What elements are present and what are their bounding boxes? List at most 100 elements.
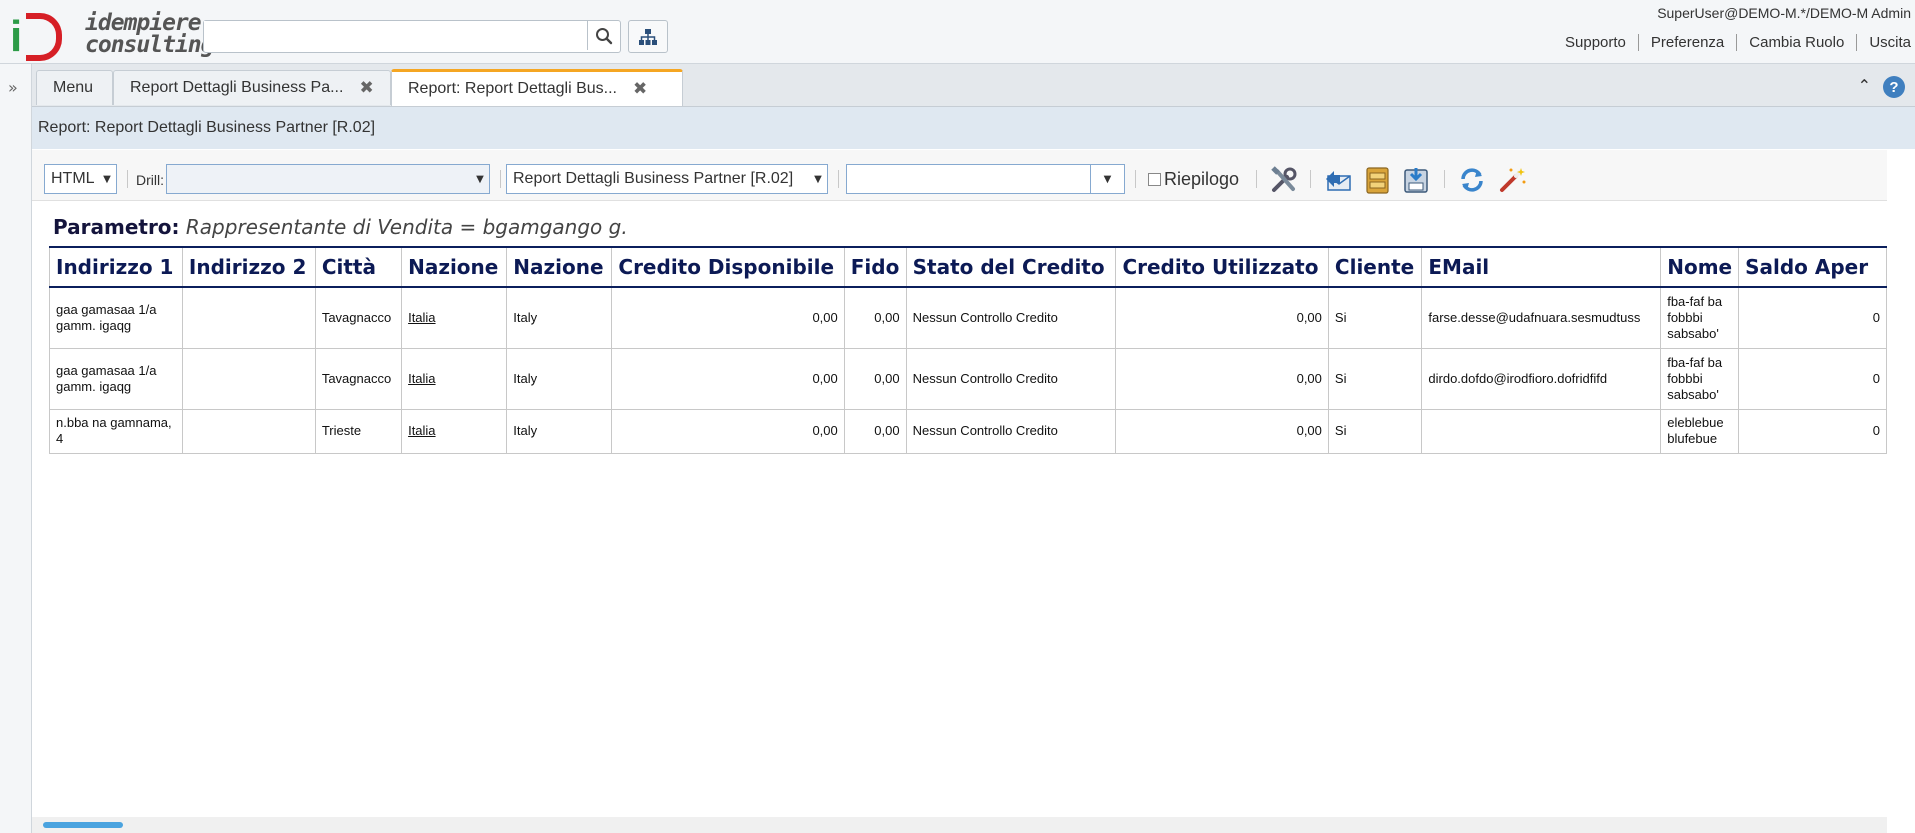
tab-label: Menu bbox=[53, 79, 94, 96]
cell-credit-used: 0,00 bbox=[1115, 286, 1329, 349]
help-icon[interactable]: ? bbox=[1883, 76, 1905, 98]
cell-address1: gaa gamasaa 1/a gamm. igaqg bbox=[49, 347, 183, 410]
link-preferences[interactable]: Preferenza bbox=[1637, 34, 1736, 51]
cell-city: Tavagnacco bbox=[314, 286, 403, 349]
column-header[interactable]: Indirizzo 2 bbox=[181, 246, 316, 288]
tab-menu[interactable]: Menu bbox=[36, 70, 113, 105]
link-support[interactable]: Supporto bbox=[1553, 34, 1638, 51]
cell-credit-status: Nessun Controllo Credito bbox=[905, 408, 1117, 454]
summary-label: Riepilogo bbox=[1164, 169, 1240, 189]
cell-credit-limit: 0,00 bbox=[843, 286, 907, 349]
sitemap-icon bbox=[639, 28, 657, 45]
tab-label: Report Dettagli Business Pa... bbox=[130, 79, 344, 96]
customize-button[interactable] bbox=[1268, 164, 1300, 196]
report-viewer: Parametro: Rappresentante di Vendita = b… bbox=[32, 201, 1887, 816]
wizard-icon bbox=[1500, 168, 1526, 192]
top-links: Supporto Preferenza Cambia Ruolo Uscita bbox=[1553, 34, 1915, 51]
cell-address2 bbox=[181, 286, 316, 349]
scrollbar-thumb[interactable] bbox=[43, 822, 123, 828]
cell-country-link: Italia bbox=[401, 347, 508, 410]
column-header[interactable]: Credito Disponibile bbox=[611, 246, 845, 288]
close-icon[interactable]: ✖ bbox=[359, 78, 373, 98]
table-row: n.bba na gamnama, 4 Trieste Italia Italy… bbox=[49, 408, 1887, 454]
country-link[interactable]: Italia bbox=[408, 371, 435, 386]
column-header[interactable]: Cliente bbox=[1327, 246, 1423, 288]
tab-report-params[interactable]: Report Dettagli Business Pa... ✖ bbox=[113, 70, 391, 105]
column-header[interactable]: Saldo Aper bbox=[1738, 246, 1887, 288]
report-table: Indirizzo 1 Indirizzo 2 Città Nazione Na… bbox=[49, 246, 1887, 454]
cell-address1: gaa gamasaa 1/a gamm. igaqg bbox=[49, 286, 183, 349]
country-link[interactable]: Italia bbox=[408, 310, 435, 325]
tab-label: Report: Report Dettagli Bus... bbox=[408, 80, 617, 97]
column-header[interactable]: Fido bbox=[843, 246, 907, 288]
refresh-icon bbox=[1461, 168, 1483, 192]
chevron-down-icon[interactable]: ▼ bbox=[1090, 165, 1124, 193]
column-header[interactable]: Nazione bbox=[506, 246, 613, 288]
summary-checkbox[interactable]: Riepilogo bbox=[1148, 169, 1239, 190]
chevron-down-icon[interactable]: ▼ bbox=[98, 165, 116, 193]
print-format-select[interactable]: Report Dettagli Business Partner [R.02] … bbox=[506, 164, 828, 194]
divider bbox=[1135, 170, 1136, 188]
company-logo[interactable]: i idempiere consulting bbox=[10, 10, 214, 61]
cell-credit-status: Nessun Controllo Credito bbox=[905, 286, 1117, 349]
report-parameter: Parametro: Rappresentante di Vendita = b… bbox=[53, 215, 628, 239]
country-link[interactable]: Italia bbox=[408, 423, 435, 438]
archive-button[interactable] bbox=[1361, 164, 1393, 196]
collapse-header-icon[interactable]: ⌃ bbox=[1858, 76, 1871, 95]
table-row: gaa gamasaa 1/a gamm. igaqg Tavagnacco I… bbox=[49, 347, 1887, 410]
divider bbox=[127, 170, 128, 188]
tab-report-viewer[interactable]: Report: Report Dettagli Bus... ✖ bbox=[391, 69, 683, 106]
cell-customer: Si bbox=[1327, 286, 1423, 349]
format-value: HTML bbox=[51, 170, 95, 187]
logo-d-mark bbox=[26, 13, 62, 61]
checkbox[interactable] bbox=[1148, 173, 1161, 186]
cell-credit-limit: 0,00 bbox=[843, 408, 907, 454]
chevron-down-icon[interactable]: ▼ bbox=[471, 165, 489, 193]
cell-email: farse.desse@udafnuara.sesmudtuss bbox=[1421, 286, 1662, 349]
link-change-role[interactable]: Cambia Ruolo bbox=[1736, 34, 1856, 51]
search-input[interactable] bbox=[204, 21, 587, 50]
cell-open-balance: 0 bbox=[1738, 286, 1887, 349]
param-label: Parametro: bbox=[53, 215, 180, 239]
param-value: Rappresentante di Vendita = bgamgango g. bbox=[185, 215, 628, 239]
link-logout[interactable]: Uscita bbox=[1856, 34, 1915, 51]
cell-credit-status: Nessun Controllo Credito bbox=[905, 347, 1117, 410]
logo-line2: consulting bbox=[85, 32, 214, 58]
column-header[interactable]: Stato del Credito bbox=[905, 246, 1117, 288]
send-mail-icon bbox=[1326, 171, 1351, 191]
cell-customer: Si bbox=[1327, 347, 1423, 410]
drill-select[interactable]: ▼ bbox=[166, 164, 490, 194]
column-header[interactable]: EMail bbox=[1421, 246, 1662, 288]
extra-select[interactable]: ▼ bbox=[846, 164, 1125, 194]
drill-label: Drill: bbox=[136, 172, 164, 188]
column-header[interactable]: Nazione bbox=[401, 246, 508, 288]
column-header[interactable]: Indirizzo 1 bbox=[49, 246, 183, 288]
page-title: Report: Report Dettagli Business Partner… bbox=[38, 119, 376, 136]
export-button[interactable] bbox=[1400, 164, 1432, 196]
search-button[interactable] bbox=[587, 21, 620, 50]
expand-panel-icon[interactable]: » bbox=[8, 78, 18, 97]
user-info[interactable]: SuperUser@DEMO-M.*/DEMO-M Admin bbox=[1657, 5, 1911, 21]
divider bbox=[838, 170, 839, 188]
format-select[interactable]: HTML ▼ bbox=[44, 164, 117, 194]
cell-country-link: Italia bbox=[401, 408, 508, 454]
column-header[interactable]: Nome bbox=[1660, 246, 1740, 288]
logo-i-mark: i bbox=[10, 12, 23, 61]
chevron-down-icon[interactable]: ▼ bbox=[809, 165, 827, 193]
cell-email: dirdo.dofdo@irodfioro.dofridfifd bbox=[1421, 347, 1662, 410]
left-panel-collapsed: » bbox=[0, 64, 32, 833]
cell-credit-available: 0,00 bbox=[611, 408, 845, 454]
column-header[interactable]: Città bbox=[314, 246, 403, 288]
horizontal-scrollbar[interactable] bbox=[32, 817, 1887, 833]
table-row: gaa gamasaa 1/a gamm. igaqg Tavagnacco I… bbox=[49, 286, 1887, 349]
cell-name: fba-faf ba fobbbi sabsabo' bbox=[1660, 347, 1740, 410]
cell-address2 bbox=[181, 347, 316, 410]
refresh-button[interactable] bbox=[1456, 164, 1488, 196]
column-header[interactable]: Credito Utilizzato bbox=[1115, 246, 1329, 288]
send-mail-button[interactable] bbox=[1322, 164, 1354, 196]
cell-email bbox=[1421, 408, 1662, 454]
close-icon[interactable]: ✖ bbox=[633, 79, 647, 99]
global-search bbox=[203, 20, 621, 53]
wizard-button[interactable] bbox=[1496, 164, 1528, 196]
menu-tree-button[interactable] bbox=[628, 20, 668, 53]
